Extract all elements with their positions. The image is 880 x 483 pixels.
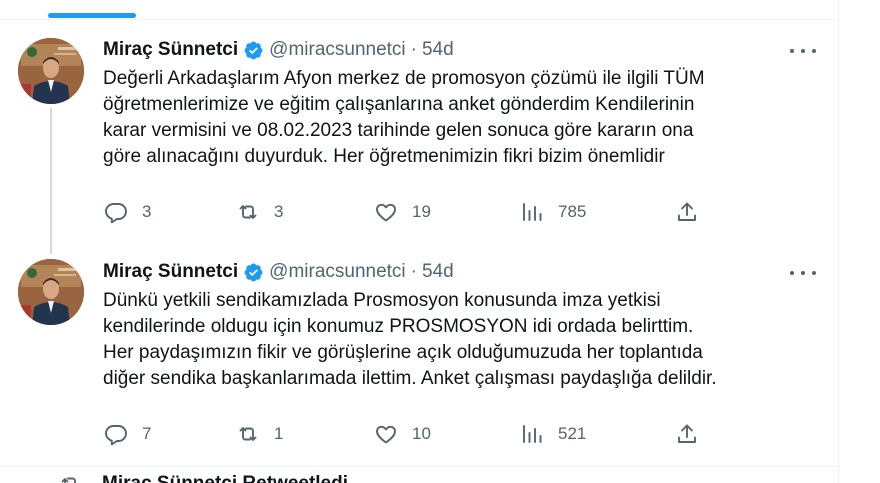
reply-icon: [104, 422, 128, 446]
like-icon: [374, 200, 398, 224]
verified-badge-icon: [243, 262, 264, 283]
divider: [0, 466, 838, 467]
share-button[interactable]: [675, 198, 699, 226]
separator: ·: [410, 39, 417, 60]
tweet-text-line: karar vermisini ve 08.02.2023 tarihinde …: [103, 120, 694, 141]
views-icon: [520, 200, 544, 224]
views-icon: [520, 422, 544, 446]
tweet-text: Dünkü yetkili sendikamızlada Prosmosyon …: [103, 288, 823, 392]
retweeted-by-label[interactable]: Miraç Sünnetci Retweetledi: [102, 473, 348, 483]
views-button[interactable]: 521: [520, 420, 586, 448]
tab-indicator: [48, 13, 136, 18]
share-button[interactable]: [675, 420, 699, 448]
like-button[interactable]: 10: [374, 420, 431, 448]
author-handle[interactable]: @miracsunnetci: [269, 261, 406, 283]
tweet-header: Miraç Sünnetci @miracsunnetci · 54d: [103, 260, 454, 284]
reply-button[interactable]: 7: [104, 420, 151, 448]
retweeted-by-row[interactable]: Miraç Sünnetci Retweetledi: [58, 473, 348, 483]
retweet-icon: [236, 200, 260, 224]
avatar[interactable]: [18, 259, 84, 325]
tweet-actions: 7 1 10 521: [100, 420, 720, 448]
share-icon: [675, 422, 699, 446]
avatar[interactable]: [18, 38, 84, 104]
retweet-icon: [236, 422, 260, 446]
author-name[interactable]: Miraç Sünnetci: [103, 39, 238, 61]
retweet-button[interactable]: 3: [236, 198, 283, 226]
reply-count: 3: [142, 202, 152, 221]
reply-icon: [104, 200, 128, 224]
views-count: 785: [558, 202, 587, 221]
author-handle[interactable]: @miracsunnetci: [269, 39, 406, 61]
divider: [0, 19, 838, 20]
tweet-text: Değerli Arkadaşlarım Afyon merkez de pro…: [103, 66, 823, 170]
share-icon: [675, 200, 699, 224]
more-icon[interactable]: [790, 263, 816, 283]
retweet-icon: [58, 474, 82, 483]
like-icon: [374, 422, 398, 446]
tweet-text-line: öğretmenlerimize ve eğitim çalışanlarına…: [103, 94, 695, 115]
views-count: 521: [558, 424, 587, 443]
like-button[interactable]: 19: [374, 198, 431, 226]
tweet-header: Miraç Sünnetci @miracsunnetci · 54d: [103, 38, 454, 62]
reply-button[interactable]: 3: [104, 198, 151, 226]
tweet-actions: 3 3 19 785: [100, 198, 720, 226]
retweet-count: 1: [274, 424, 284, 443]
reply-count: 7: [142, 424, 152, 443]
retweet-count: 3: [274, 202, 284, 221]
timeline-column: Miraç Sünnetci @miracsunnetci · 54d Değe…: [0, 0, 839, 483]
tweet-text-line: göre alınacağını duyurduk. Her öğretmeni…: [103, 146, 665, 167]
thread-line: [50, 108, 52, 254]
like-count: 19: [412, 202, 431, 221]
retweet-button[interactable]: 1: [236, 420, 283, 448]
more-icon[interactable]: [790, 41, 816, 61]
timestamp[interactable]: 54d: [422, 39, 454, 61]
separator: ·: [410, 261, 417, 282]
verified-badge-icon: [243, 40, 264, 61]
views-button[interactable]: 785: [520, 198, 586, 226]
tweet-text-line: Değerli Arkadaşlarım Afyon merkez de pro…: [103, 68, 705, 89]
tweet-text-line: Dünkü yetkili sendikamızlada Prosmosyon …: [103, 290, 661, 311]
tweet-text-line: kendilerinde oldugu için konumuz PROSMOS…: [103, 316, 694, 337]
tweet-text-line: Her paydaşımızın fikir ve görüşlerine aç…: [103, 342, 703, 363]
author-name[interactable]: Miraç Sünnetci: [103, 261, 238, 283]
timestamp[interactable]: 54d: [422, 261, 454, 283]
tweet-text-line: diğer sendika başkanlarımada ilettim. An…: [103, 368, 717, 389]
like-count: 10: [412, 424, 431, 443]
